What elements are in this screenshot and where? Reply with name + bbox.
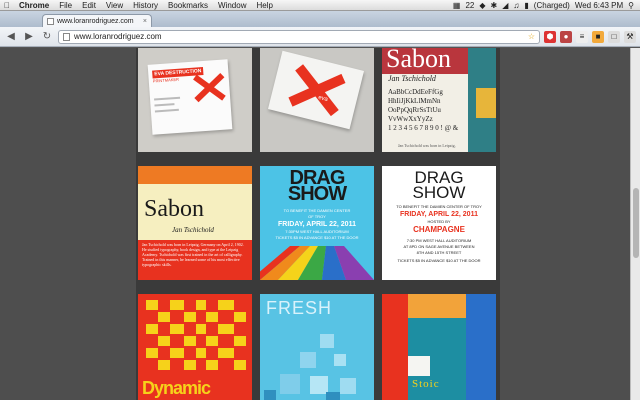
back-icon[interactable]: ◀ (4, 30, 18, 44)
menu-bar:  Chrome File Edit View History Bookmark… (0, 0, 640, 11)
volume-icon[interactable]: ♫ (513, 0, 519, 10)
card-role: PRINTMAKER (152, 76, 180, 84)
scrollbar-thumb[interactable] (633, 188, 639, 258)
spotlight-icon[interactable]: ⚲ (628, 0, 634, 10)
menu-history[interactable]: History (128, 0, 163, 10)
apple-icon[interactable]:  (0, 1, 14, 10)
side-band (382, 294, 408, 400)
status-area: ▦ 22 ◆ ✱ ◢ ♫ ▮ (Charged) Wed 6:43 PM ⚲ (453, 0, 640, 10)
adblock-icon[interactable]: ⬢ (544, 30, 556, 43)
drag-host: CHAMPAGNE (413, 225, 465, 234)
battery-icon[interactable]: ▮ (524, 0, 528, 10)
business-card: eva (267, 50, 365, 130)
specimen-glyphs: OoPpQqRrSsTtUu (388, 106, 441, 114)
menu-window[interactable]: Window (213, 0, 251, 10)
tile-business-card-front[interactable]: EVA DESTRUCTION PRINTMAKER (138, 48, 252, 152)
page-menu-icon[interactable]: □ (608, 30, 620, 43)
teal-block (408, 318, 466, 356)
close-tab-icon[interactable]: × (143, 18, 147, 25)
business-card: EVA DESTRUCTION PRINTMAKER (147, 59, 233, 135)
x-mark (288, 73, 346, 107)
card-line (154, 96, 181, 101)
square-pattern (264, 334, 356, 400)
specimen-glyphs: VvWwXxYyZz (388, 115, 433, 123)
dynamic-title: Dynamic (142, 378, 211, 398)
drag-title: SHOW (412, 183, 466, 202)
card-line (154, 108, 179, 113)
battery-status: (Charged) (533, 0, 570, 10)
drag-date: FRIDAY, APRIL 22, 2011 (278, 221, 356, 228)
page-icon (63, 32, 70, 41)
menu-chrome[interactable]: Chrome (14, 0, 54, 10)
tile-drag-show-blue[interactable]: DRAG SHOW TO BENEFIT THE DAMIEN CENTER O… (260, 166, 374, 280)
forward-icon[interactable]: ▶ (22, 30, 36, 44)
extension-icon[interactable]: ■ (592, 30, 604, 43)
menu-file[interactable]: File (54, 0, 77, 10)
address-bar[interactable]: www.loranrodriguez.com ☆ (58, 29, 540, 44)
wifi-icon[interactable]: ◢ (502, 0, 508, 10)
gallery-grid: EVA DESTRUCTION PRINTMAKER eva Sabon Jan… (136, 48, 500, 400)
page-content: EVA DESTRUCTION PRINTMAKER eva Sabon Jan… (0, 48, 640, 400)
browser-toolbar: ◀ ▶ ↻ www.loranrodriguez.com ☆ ⬢ ● ≡ ■ □… (0, 27, 640, 47)
url-text[interactable]: www.loranrodriguez.com (74, 32, 162, 41)
poster-author: Jan Tschichold (172, 226, 214, 234)
badge-count: 22 (465, 0, 475, 10)
menu-bookmarks[interactable]: Bookmarks (163, 0, 213, 10)
page-icon (47, 17, 54, 25)
wrench-icon[interactable]: ⚒ (624, 30, 636, 43)
card-line (154, 103, 175, 107)
tile-sabon-poster[interactable]: Sabon Jan Tschichold Jan Tschichold was … (138, 166, 252, 280)
tab-strip: www.loranrodriguez.com × (0, 11, 640, 27)
browser-tab[interactable]: www.loranrodriguez.com × (42, 14, 152, 27)
menu-edit[interactable]: Edit (77, 0, 101, 10)
poster-title: Sabon (144, 196, 204, 222)
extension-icon[interactable]: ≡ (576, 30, 588, 43)
specimen-glyphs: AaBbCcDdEeFfGg (388, 88, 443, 96)
tile-business-card-back[interactable]: eva (260, 48, 374, 152)
specimen-author: Jan Tschichold (388, 74, 436, 83)
reload-icon[interactable]: ↻ (40, 30, 54, 44)
badge-icon[interactable]: ▦ (453, 0, 461, 10)
extension-icon[interactable]: ● (560, 30, 572, 43)
bookmark-star-icon[interactable]: ☆ (528, 32, 535, 41)
tile-drag-show-white[interactable]: DRAG SHOW TO BENEFIT THE DAMIEN CENTER O… (382, 166, 496, 280)
drag-date: FRIDAY, APRIL 22, 2011 (400, 211, 478, 218)
clock[interactable]: Wed 6:43 PM (575, 0, 623, 10)
drag-title: SHOW (287, 183, 347, 205)
tile-stoic[interactable]: Stoic (382, 294, 496, 400)
drag-venue: 8TH AND 15TH STREET (416, 250, 462, 255)
menu-view[interactable]: View (101, 0, 128, 10)
tab-title: www.loranrodriguez.com (57, 17, 134, 25)
white-block (408, 356, 430, 376)
poster-body: Jan Tschichold was born in Leipzig, Germ… (142, 242, 244, 267)
page-scrollbar[interactable] (630, 48, 640, 400)
specimen-title: Sabon (386, 48, 451, 73)
tile-dynamic[interactable]: Dynamic (138, 294, 252, 400)
bluetooth-icon[interactable]: ✱ (491, 0, 498, 10)
menu-help[interactable]: Help (251, 0, 277, 10)
stoic-title: Stoic (412, 378, 440, 390)
tile-fresh[interactable]: FRESH (260, 294, 374, 400)
dropbox-icon[interactable]: ◆ (479, 0, 485, 10)
specimen-caption: Jan Tschichold was born in Leipzig, (398, 143, 456, 148)
side-band (476, 88, 496, 118)
drag-tickets: TICKETS $5 IN ADVANCE $10 AT THE DOOR (397, 258, 481, 263)
tile-sabon-specimen[interactable]: Sabon Jan Tschichold AaBbCcDdEeFfGg HhIi… (382, 48, 496, 152)
drag-line: TICKETS $5 IN ADVANCE $10 AT THE DOOR (275, 235, 359, 240)
specimen-glyphs: HhIiJjKkLlMmNn (388, 97, 441, 105)
specimen-digits: 1 2 3 4 5 6 7 8 9 0 ! @ & (388, 124, 459, 132)
header-band (138, 166, 252, 184)
rainbow-road (260, 246, 374, 280)
side-band (466, 294, 496, 400)
